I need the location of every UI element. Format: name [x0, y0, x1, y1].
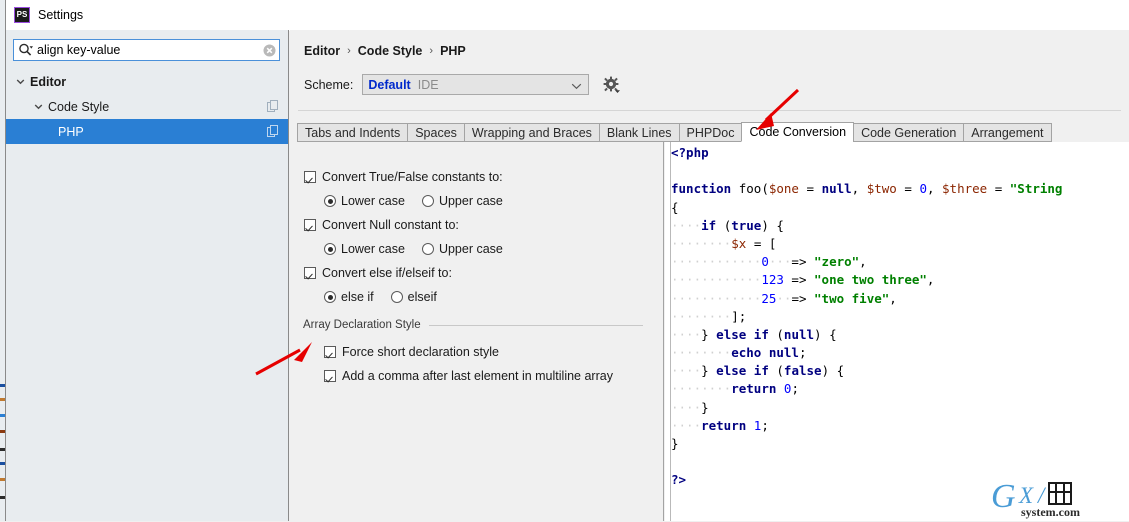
screenshot-root: PS Settings align key-value Editor Code …	[0, 0, 1129, 521]
scheme-dropdown[interactable]: Default IDE	[362, 74, 590, 95]
truefalse-case-radio-group: Lower case Upper case	[324, 194, 520, 208]
chevron-down-icon[interactable]	[32, 100, 45, 113]
radio-icon	[390, 291, 403, 303]
settings-tree: Editor Code Style PHP	[6, 69, 288, 521]
radio-label: Lower case	[341, 242, 405, 256]
radio-elseif[interactable]: elseif	[390, 290, 437, 304]
scheme-kind-label: IDE	[417, 77, 439, 92]
search-field[interactable]	[13, 39, 280, 61]
convert-null-label: Convert Null constant to:	[322, 218, 459, 232]
radio-icon	[324, 291, 336, 303]
radio-label: elseif	[407, 290, 437, 304]
breadcrumb-item-php: PHP	[440, 44, 466, 58]
scheme-label: Scheme:	[304, 77, 354, 92]
code-preview-text: <?php function foo($one = null, $two = 0,…	[671, 145, 1063, 488]
settings-sidebar: Editor Code Style	[6, 30, 289, 521]
group-title: Array Declaration Style	[303, 319, 421, 331]
radio-icon	[324, 195, 336, 207]
sidebar-item-editor[interactable]: Editor	[6, 69, 288, 94]
checkbox-icon	[324, 346, 336, 358]
sidebar-item-label: PHP	[58, 124, 84, 139]
group-divider	[428, 324, 643, 326]
tab-blank-lines[interactable]: Blank Lines	[598, 123, 680, 142]
convert-null-checkbox[interactable]: Convert Null constant to:	[304, 218, 459, 232]
tab-spaces[interactable]: Spaces	[407, 123, 465, 142]
divider	[298, 110, 1121, 111]
elseif-style-radio-group: else if elseif	[324, 290, 454, 304]
breadcrumb-separator: ›	[347, 45, 351, 57]
search-input[interactable]	[35, 41, 259, 59]
null-case-radio-group: Lower case Upper case	[324, 242, 520, 256]
force-short-declaration-label: Force short declaration style	[342, 345, 500, 359]
svg-text:system.com: system.com	[1021, 505, 1080, 519]
scheme-row: Scheme: Default IDE	[304, 74, 621, 95]
settings-detail-pane: Editor › Code Style › PHP Scheme: Defaul…	[290, 30, 1129, 521]
convert-elseif-label: Convert else if/elseif to:	[322, 266, 452, 280]
tab-bar: Tabs and Indents Spaces Wrapping and Bra…	[297, 122, 1129, 142]
breadcrumb-separator: ›	[429, 45, 434, 57]
array-declaration-style-group-header: Array Declaration Style	[303, 319, 643, 331]
radio-label: else if	[341, 290, 374, 304]
tab-arrangement[interactable]: Arrangement	[963, 123, 1052, 142]
svg-text:G: G	[991, 479, 1016, 515]
gear-icon[interactable]	[603, 76, 621, 94]
tab-tabs-and-indents[interactable]: Tabs and Indents	[297, 123, 409, 142]
trailing-comma-label: Add a comma after last element in multil…	[342, 369, 613, 383]
sidebar-item-code-style[interactable]: Code Style	[6, 94, 288, 119]
window-title: Settings	[38, 8, 84, 22]
radio-null-upper-case[interactable]: Upper case	[421, 242, 503, 256]
title-bar: PS Settings	[6, 0, 1129, 31]
radio-label: Upper case	[438, 242, 503, 256]
checkbox-icon	[324, 370, 336, 382]
breadcrumb-item-editor[interactable]: Editor	[304, 44, 340, 58]
settings-dialog: PS Settings align key-value Editor Code …	[5, 0, 1129, 521]
radio-null-lower-case[interactable]: Lower case	[324, 242, 405, 256]
checkbox-icon	[304, 267, 316, 279]
search-icon	[17, 41, 35, 59]
convert-truefalse-checkbox[interactable]: Convert True/False constants to:	[304, 170, 503, 184]
force-short-declaration-checkbox[interactable]: Force short declaration style	[324, 345, 499, 359]
radio-icon	[421, 195, 434, 207]
breadcrumb-item-code-style[interactable]: Code Style	[358, 44, 423, 58]
sidebar-item-label: Code Style	[48, 99, 110, 114]
breadcrumb: Editor › Code Style › PHP	[304, 44, 466, 58]
tab-phpdoc[interactable]: PHPDoc	[678, 123, 743, 142]
code-preview[interactable]: <?php function foo($one = null, $two = 0,…	[665, 142, 1129, 521]
checkbox-icon	[304, 171, 316, 183]
convert-elseif-checkbox[interactable]: Convert else if/elseif to:	[304, 266, 452, 280]
code-conversion-options: Convert True/False constants to: Lower c…	[297, 142, 664, 521]
copy-icon[interactable]	[267, 125, 279, 137]
radio-truefalse-lower-case[interactable]: Lower case	[324, 194, 405, 208]
sidebar-item-label: Editor	[30, 74, 67, 89]
copy-icon[interactable]	[267, 100, 279, 112]
tab-content: Convert True/False constants to: Lower c…	[297, 142, 1129, 521]
radio-label: Upper case	[438, 194, 503, 208]
phpstorm-icon: PS	[14, 7, 30, 23]
tab-code-generation[interactable]: Code Generation	[853, 123, 965, 142]
sidebar-item-php[interactable]: PHP	[6, 119, 288, 144]
tab-code-conversion[interactable]: Code Conversion	[741, 122, 855, 142]
radio-icon	[421, 243, 434, 255]
convert-truefalse-label: Convert True/False constants to:	[322, 170, 503, 184]
chevron-down-icon[interactable]	[571, 80, 582, 94]
trailing-comma-checkbox[interactable]: Add a comma after last element in multil…	[324, 369, 613, 383]
radio-truefalse-upper-case[interactable]: Upper case	[421, 194, 503, 208]
clear-icon[interactable]	[259, 40, 279, 60]
radio-else-if[interactable]: else if	[324, 290, 374, 304]
chevron-down-icon[interactable]	[14, 75, 27, 88]
scheme-selected-value: Default	[368, 77, 411, 92]
radio-label: Lower case	[341, 194, 405, 208]
radio-icon	[324, 243, 336, 255]
watermark: G X / system.com	[989, 478, 1123, 519]
checkbox-icon	[304, 219, 316, 231]
phpstorm-icon-text: PS	[16, 10, 28, 19]
tab-wrapping-and-braces[interactable]: Wrapping and Braces	[463, 123, 600, 142]
